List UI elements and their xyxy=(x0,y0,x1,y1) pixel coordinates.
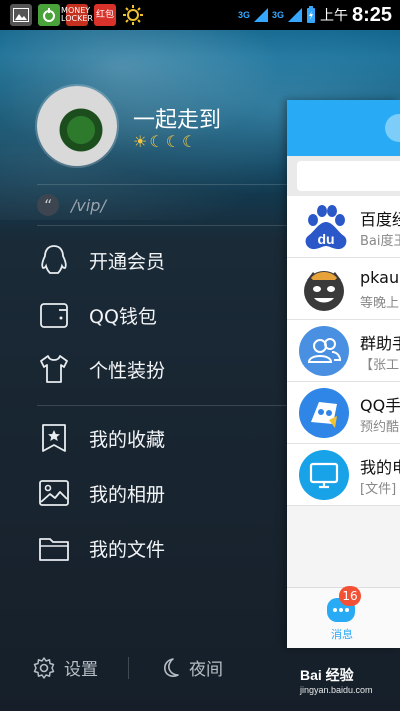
menu-item-album[interactable]: 我的相册 xyxy=(37,476,165,510)
gear-icon xyxy=(33,656,55,679)
chat-name: 群助手 xyxy=(360,334,400,353)
battery-icon xyxy=(306,6,315,23)
night-label: 夜间 xyxy=(189,660,223,680)
search-bar xyxy=(287,156,400,196)
svg-text:du: du xyxy=(317,231,334,247)
menu-item-themes[interactable]: 个性装扮 xyxy=(37,352,165,386)
baidu-avatar: du xyxy=(299,202,349,252)
money-locker-icon: MONEY LOCKER xyxy=(61,4,93,26)
chat-row[interactable]: 群助手 【张工 xyxy=(287,320,400,382)
wallet-icon xyxy=(40,303,68,328)
bookmark-star-icon xyxy=(42,424,66,452)
red-packet-icon: 红包 xyxy=(94,4,116,26)
tab-messages-label: 消息 xyxy=(331,628,353,641)
chat-name: pkaus xyxy=(360,268,400,287)
chat-preview: 【张工 xyxy=(360,358,400,373)
menu-label: 开通会员 xyxy=(89,250,166,273)
menu-label: 个性装扮 xyxy=(89,359,166,382)
night-mode-button[interactable]: 夜间 xyxy=(159,655,223,680)
chat-row[interactable]: du 百度经 Bai度王 xyxy=(287,196,400,258)
signature-text: /vip/ xyxy=(71,195,106,215)
menu-label: 我的收藏 xyxy=(89,428,166,451)
quote-icon: “ xyxy=(37,194,59,216)
time-ampm: 上午 xyxy=(319,7,348,23)
chat-row[interactable]: QQ手游 预约酷 xyxy=(287,382,400,444)
level-icons[interactable]: ☀☾☾☾ xyxy=(133,132,198,151)
watermark-text: Bai 经验 xyxy=(300,667,354,683)
moon-icon xyxy=(164,657,179,677)
chat-preview: 等晚上 xyxy=(360,296,400,311)
status-bar: MONEY LOCKER 红包 3G 3G 上午 8:25 xyxy=(0,0,400,30)
chat-name: 百度经 xyxy=(360,210,400,229)
folder-icon xyxy=(39,538,69,561)
signature-row[interactable]: “ /vip/ xyxy=(37,194,106,216)
divider xyxy=(37,184,300,185)
header-avatar[interactable] xyxy=(385,114,400,142)
contact-avatar xyxy=(299,264,349,314)
avatar[interactable] xyxy=(37,86,117,166)
chat-preview: [文件] xyxy=(360,482,397,497)
network-type-1: 3G xyxy=(237,9,250,20)
my-computer-avatar xyxy=(299,450,349,500)
main-page-panel[interactable]: du 百度经 Bai度王 pkaus 等晚上 群助手 【张工 QQ手游 预约酷 … xyxy=(287,100,400,648)
menu-label: 我的相册 xyxy=(89,483,166,506)
app-icon-green xyxy=(38,4,60,26)
network-type-2: 3G xyxy=(271,9,284,20)
chat-preview: Bai度王 xyxy=(360,234,400,249)
watermark: Bai 经验 jingyan.baidu.com xyxy=(300,665,373,695)
menu-item-wallet[interactable]: QQ钱包 xyxy=(37,298,157,332)
divider xyxy=(128,656,129,679)
signal-icon xyxy=(253,8,268,22)
group-helper-avatar xyxy=(299,326,349,376)
menu-label: 我的文件 xyxy=(89,538,166,561)
tshirt-icon xyxy=(40,355,68,383)
settings-label: 设置 xyxy=(64,660,98,680)
divider xyxy=(37,405,287,406)
menu-label: QQ钱包 xyxy=(89,305,157,328)
main-header xyxy=(287,100,400,156)
image-icon xyxy=(10,4,32,26)
album-icon xyxy=(39,480,69,506)
divider xyxy=(37,225,300,226)
watermark-url: jingyan.baidu.com xyxy=(300,685,373,695)
status-time: 8:25 xyxy=(351,3,392,26)
penguin-icon xyxy=(41,245,67,274)
nickname[interactable]: 一起走到 xyxy=(133,102,221,134)
chat-row[interactable]: pkaus 等晚上 xyxy=(287,258,400,320)
settings-button[interactable]: 设置 xyxy=(32,655,98,680)
qq-games-avatar xyxy=(299,388,349,438)
chat-name: QQ手游 xyxy=(360,396,400,415)
menu-item-vip[interactable]: 开通会员 xyxy=(37,243,165,277)
chat-name: 我的电 xyxy=(360,458,400,477)
tab-messages[interactable]: 16 消息 xyxy=(287,586,400,648)
menu-item-favorites[interactable]: 我的收藏 xyxy=(37,421,165,455)
signal-icon-2 xyxy=(287,8,302,22)
chat-row[interactable]: 我的电 [文件] xyxy=(287,444,400,506)
menu-item-files[interactable]: 我的文件 xyxy=(37,531,165,565)
search-input[interactable] xyxy=(297,161,400,191)
unread-badge: 16 xyxy=(339,586,361,606)
sun-icon xyxy=(122,4,144,26)
chat-preview: 预约酷 xyxy=(360,420,400,435)
